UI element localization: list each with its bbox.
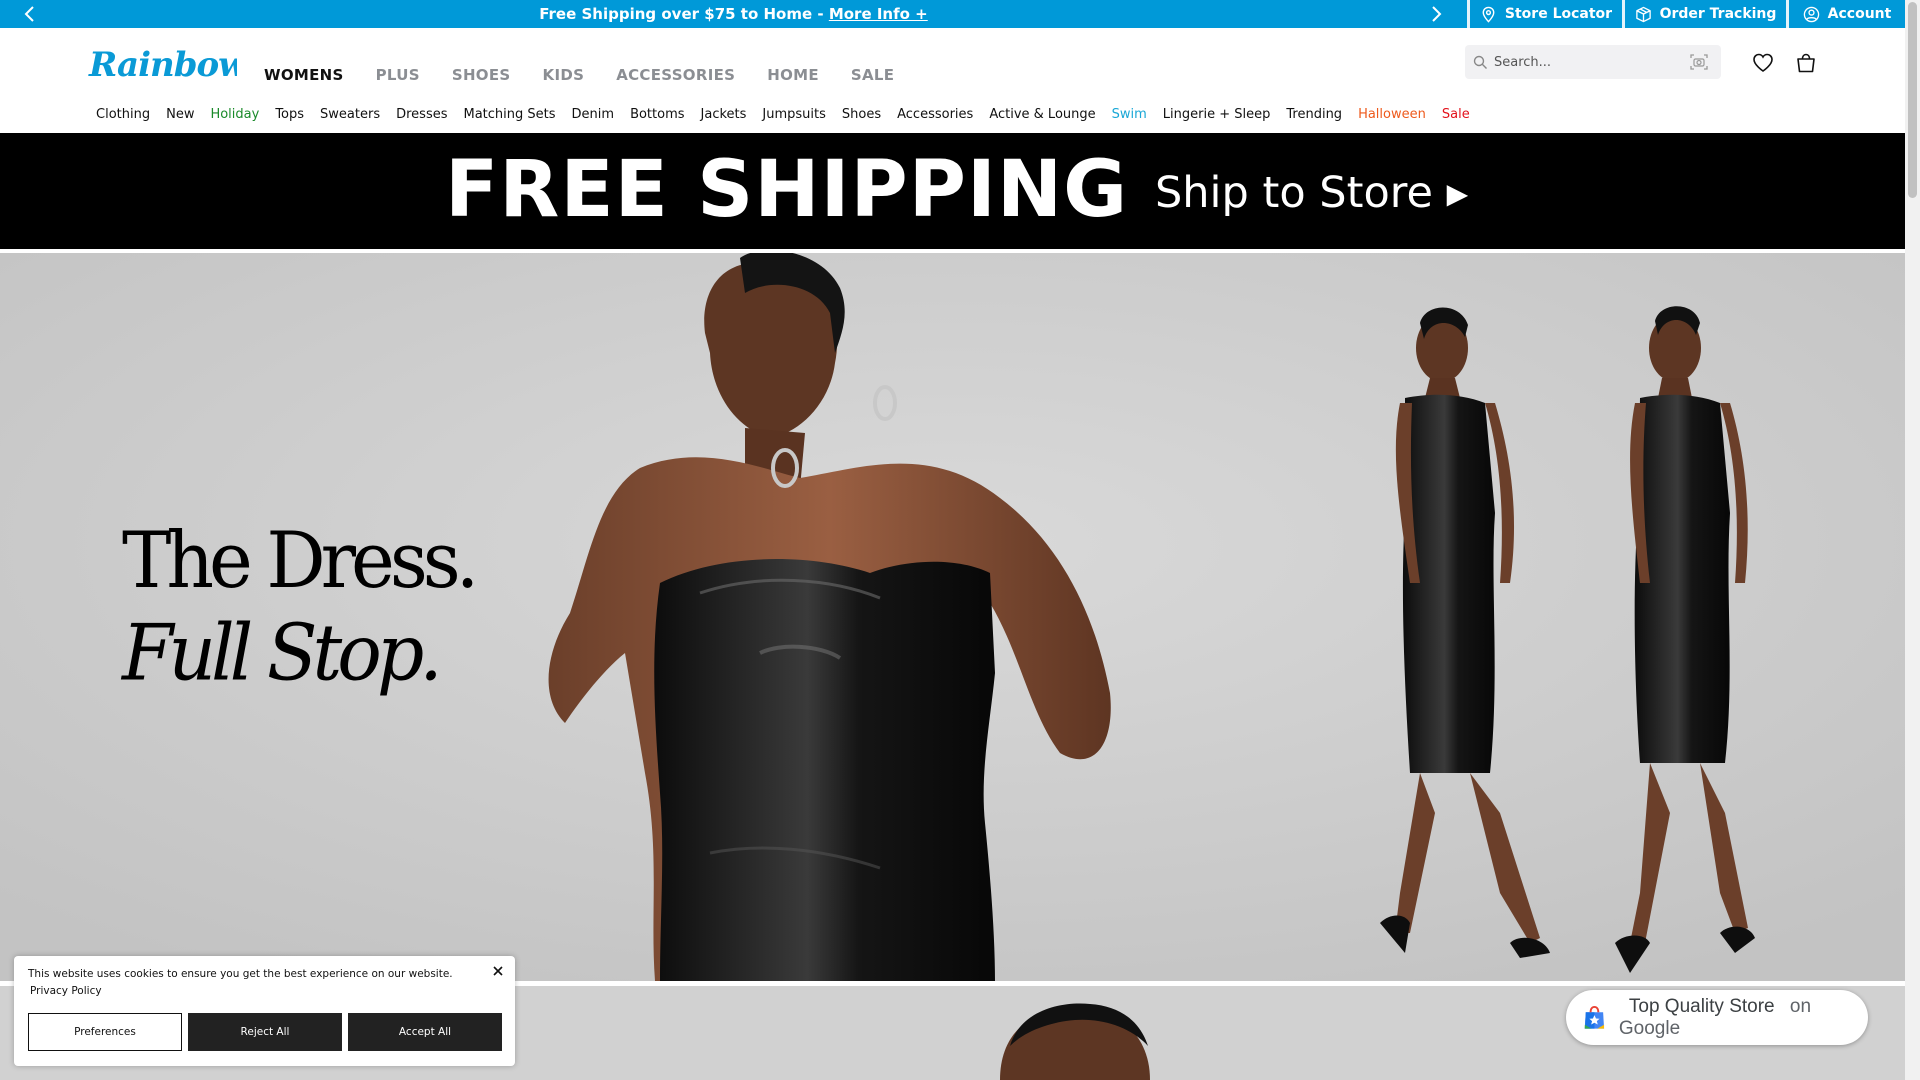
google-badge-label: Top Quality Store [1628, 995, 1775, 1017]
logo-text: Rainbow [88, 45, 237, 85]
free-shipping-banner[interactable]: FREE SHIPPING Ship to Store ▸ [0, 133, 1905, 249]
promo-bar: Free Shipping over $75 to Home - More In… [0, 0, 1920, 28]
search-icon [1473, 55, 1487, 69]
bag-icon[interactable] [1794, 51, 1818, 75]
promo-carousel: Free Shipping over $75 to Home - More In… [0, 0, 1467, 28]
camera-icon[interactable] [1689, 53, 1709, 71]
category-holiday[interactable]: Holiday [210, 107, 259, 125]
category-dresses[interactable]: Dresses [396, 107, 447, 125]
dept-kids[interactable]: KIDS [543, 66, 585, 90]
dept-womens[interactable]: WOMENS [264, 66, 344, 90]
category-sweaters[interactable]: Sweaters [320, 107, 380, 125]
store-locator-button[interactable]: Store Locator [1470, 0, 1622, 28]
google-badge-text: Top Quality Store on Google [1619, 996, 1868, 1040]
category-accessories[interactable]: Accessories [897, 107, 973, 125]
order-tracking-button[interactable]: Order Tracking [1625, 0, 1786, 28]
hero-banner[interactable]: The Dress. Full Stop. [0, 253, 1905, 981]
hero-headline-line2: Full Stop. [122, 608, 443, 699]
category-swim[interactable]: Swim [1112, 107, 1147, 125]
user-icon [1803, 6, 1819, 22]
category-new[interactable]: New [166, 107, 194, 125]
ship-to-store-link[interactable]: Ship to Store ▸ [1155, 167, 1468, 219]
search-bar[interactable] [1465, 45, 1721, 79]
category-lingerie-sleep[interactable]: Lingerie + Sleep [1163, 107, 1271, 125]
cookie-message: This website uses cookies to ensure you … [28, 968, 453, 980]
promo-more-info-link[interactable]: More Info + [829, 5, 928, 23]
privacy-policy-link[interactable]: Privacy Policy [30, 985, 102, 997]
store-locator-label: Store Locator [1504, 6, 1613, 22]
promo-prev-button[interactable] [10, 0, 50, 28]
category-denim[interactable]: Denim [572, 107, 615, 125]
google-trusted-store-badge[interactable]: Top Quality Store on Google [1566, 990, 1868, 1045]
promo-message: Free Shipping over $75 to Home - More In… [0, 0, 1467, 28]
page: Free Shipping over $75 to Home - More In… [0, 0, 1920, 1080]
search-input[interactable] [1494, 54, 1674, 70]
category-active-lounge[interactable]: Active & Lounge [989, 107, 1095, 125]
category-jumpsuits[interactable]: Jumpsuits [762, 107, 825, 125]
box-icon [1635, 6, 1651, 22]
promo-message-text: Free Shipping over $75 to Home - [539, 5, 829, 23]
cookie-preferences-button[interactable]: Preferences [28, 1013, 182, 1051]
cookie-reject-button[interactable]: Reject All [188, 1013, 342, 1051]
category-shoes[interactable]: Shoes [842, 107, 881, 125]
category-sale[interactable]: Sale [1442, 107, 1470, 125]
category-jackets[interactable]: Jackets [701, 107, 747, 125]
dept-sale[interactable]: SALE [851, 66, 894, 90]
cookie-accept-button[interactable]: Accept All [348, 1013, 502, 1051]
account-button[interactable]: Account [1789, 0, 1905, 28]
category-clothing[interactable]: Clothing [96, 107, 150, 125]
heart-icon[interactable] [1751, 51, 1775, 75]
chevron-left-icon [24, 6, 34, 22]
cookie-consent-dialog: This website uses cookies to ensure you … [14, 956, 515, 1066]
dept-shoes[interactable]: SHOES [452, 66, 511, 90]
category-bottoms[interactable]: Bottoms [630, 107, 684, 125]
category-halloween[interactable]: Halloween [1358, 107, 1426, 125]
category-tops[interactable]: Tops [275, 107, 304, 125]
dept-accessories[interactable]: ACCESSORIES [616, 66, 735, 90]
category-matching-sets[interactable]: Matching Sets [464, 107, 556, 125]
promo-next-button[interactable] [1416, 0, 1456, 28]
department-nav: WOMENS PLUS SHOES KIDS ACCESSORIES HOME … [264, 66, 926, 90]
account-label: Account [1827, 6, 1892, 22]
map-pin-icon [1482, 6, 1495, 23]
order-tracking-label: Order Tracking [1659, 6, 1777, 22]
google-shopping-icon [1584, 1005, 1605, 1029]
scrollbar-thumb[interactable] [1908, 2, 1917, 198]
free-shipping-heading: FREE SHIPPING [445, 145, 1129, 235]
dept-plus[interactable]: PLUS [376, 66, 420, 90]
category-trending[interactable]: Trending [1286, 107, 1342, 125]
hero-headline: The Dress. Full Stop. [122, 515, 479, 700]
dept-home[interactable]: HOME [767, 66, 819, 90]
page-scrollbar[interactable] [1905, 0, 1920, 1080]
chevron-right-icon [1432, 6, 1442, 22]
close-icon[interactable] [491, 964, 505, 978]
rainbow-logo[interactable]: Rainbow [87, 44, 237, 86]
hero-headline-line1: The Dress. [122, 515, 479, 606]
category-nav: Clothing New Holiday Tops Sweaters Dress… [96, 107, 1486, 125]
